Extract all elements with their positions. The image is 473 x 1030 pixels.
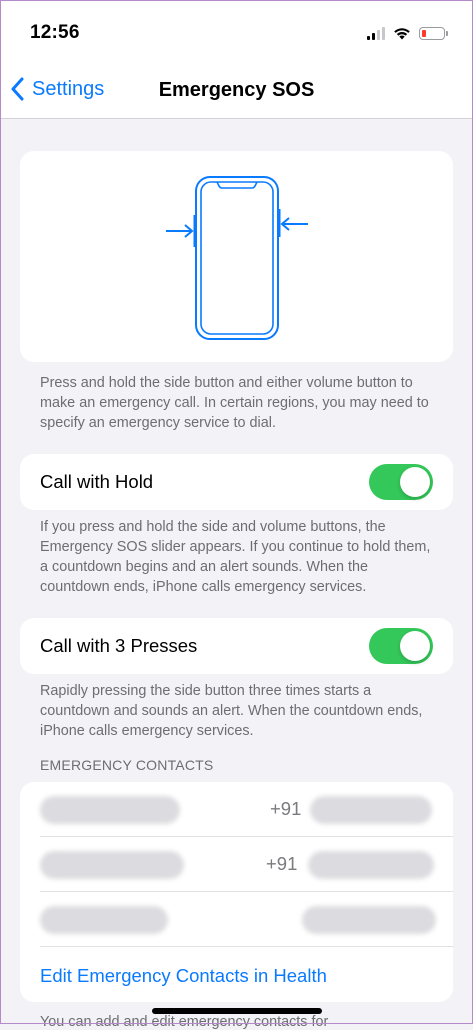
contact-phone-redacted (310, 796, 432, 824)
contact-name-redacted (40, 906, 168, 934)
battery-icon (419, 26, 448, 40)
emergency-contacts-list: +91 +91 Edit Emergency Contacts in Healt… (20, 782, 453, 1002)
status-time: 12:56 (30, 22, 80, 43)
contact-phone-prefix: +91 (266, 853, 298, 874)
illustration-footer-text: Press and hold the side button and eithe… (40, 375, 429, 431)
emergency-contacts-footer-text: You can add and edit emergency contacts … (40, 1014, 329, 1030)
contact-phone-redacted (308, 851, 434, 879)
home-indicator (152, 1008, 322, 1014)
contact-phone-prefix: +91 (270, 798, 302, 819)
call-with-hold-footer-text: If you press and hold the side and volum… (40, 519, 431, 595)
contact-name-redacted (40, 796, 180, 824)
emergency-contacts-header: EMERGENCY CONTACTS (40, 757, 214, 773)
edit-emergency-contacts-link[interactable]: Edit Emergency Contacts in Health (40, 965, 327, 987)
contact-phone-redacted (302, 906, 436, 934)
emergency-contact-row[interactable]: +91 (20, 782, 453, 837)
emergency-contact-row[interactable] (20, 892, 453, 947)
status-bar: 12:56 (0, 0, 473, 64)
call-with-3-presses-label: Call with 3 Presses (40, 635, 198, 656)
wifi-icon (394, 28, 410, 40)
iphone-side-buttons-illustration (166, 176, 308, 340)
page-title: Emergency SOS (158, 79, 315, 101)
call-with-3-presses-footer-text: Rapidly pressing the side button three t… (40, 683, 423, 739)
navigation-bar: Settings Emergency SOS (0, 64, 473, 119)
status-icons (367, 26, 448, 40)
contact-name-redacted (40, 851, 184, 879)
emergency-contact-row[interactable]: +91 (20, 837, 453, 892)
call-with-3-presses-toggle[interactable] (369, 628, 433, 664)
side-button-illustration-card (20, 151, 453, 362)
call-with-hold-toggle[interactable] (369, 464, 433, 500)
call-with-hold-row: Call with Hold (20, 454, 453, 510)
call-with-3-presses-row: Call with 3 Presses (20, 618, 453, 674)
call-with-hold-label: Call with Hold (40, 471, 154, 492)
cellular-signal-icon (367, 26, 385, 40)
